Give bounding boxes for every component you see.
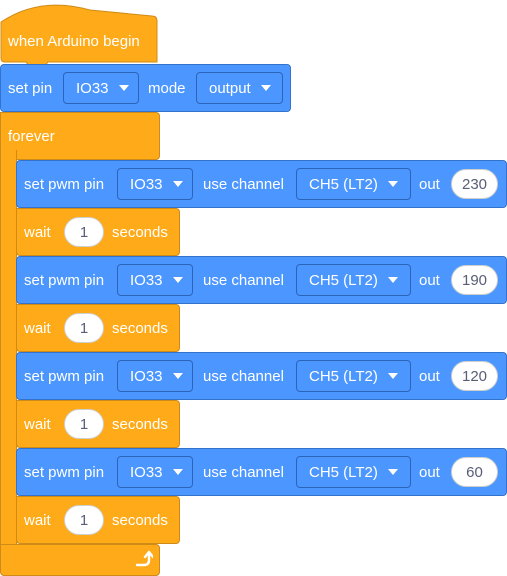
pwm-pin-value: IO33 [130, 463, 163, 481]
pwm-out-value: 60 [466, 463, 483, 481]
use-channel-label: use channel [203, 176, 284, 193]
wait-seconds-value: 1 [79, 223, 89, 241]
pwm-pin-dropdown[interactable]: IO33 [117, 264, 193, 296]
wait-seconds-input[interactable]: 1 [64, 313, 104, 343]
seconds-label: seconds [112, 224, 168, 241]
set-pin-label: set pin [8, 80, 53, 97]
set-pin-mode-value: output [209, 79, 251, 97]
out-label: out [419, 368, 440, 385]
pwm-channel-dropdown[interactable]: CH5 (LT2) [296, 456, 411, 488]
wait-seconds-input[interactable]: 1 [64, 505, 104, 535]
wait-seconds-value: 1 [79, 511, 89, 529]
pwm-out-value: 230 [461, 175, 488, 193]
pwm-pin-dropdown[interactable]: IO33 [117, 456, 193, 488]
pwm-pin-value: IO33 [130, 175, 163, 193]
chevron-down-icon [172, 181, 183, 187]
wait-label: wait [24, 512, 51, 529]
pwm-out-value: 120 [461, 367, 488, 385]
use-channel-label: use channel [203, 272, 284, 289]
chevron-down-icon [387, 373, 398, 379]
set-pwm-pin-label: set pwm pin [24, 464, 105, 481]
set-pin-mode-label: mode [148, 80, 186, 97]
pwm-pin-dropdown[interactable]: IO33 [117, 360, 193, 392]
wait-seconds-input[interactable]: 1 [64, 409, 104, 439]
out-label: out [419, 272, 440, 289]
pwm-channel-value: CH5 (LT2) [309, 367, 378, 385]
chevron-down-icon [387, 469, 398, 475]
wait-label: wait [24, 416, 51, 433]
pwm-channel-value: CH5 (LT2) [309, 463, 378, 481]
seconds-label: seconds [112, 320, 168, 337]
forever-label: forever [8, 128, 55, 145]
set-pwm-pin-label: set pwm pin [24, 176, 105, 193]
hat-label: when Arduino begin [8, 33, 140, 50]
chevron-down-icon [387, 181, 398, 187]
pwm-out-value-input[interactable]: 60 [451, 457, 498, 487]
pwm-out-value-input[interactable]: 230 [451, 169, 498, 199]
pwm-channel-value: CH5 (LT2) [309, 271, 378, 289]
seconds-label: seconds [112, 512, 168, 529]
pwm-out-value-input[interactable]: 120 [451, 361, 498, 391]
chevron-down-icon [172, 277, 183, 283]
wait-seconds-input[interactable]: 1 [64, 217, 104, 247]
wait-label: wait [24, 224, 51, 241]
pwm-pin-value: IO33 [130, 271, 163, 289]
chevron-down-icon [172, 469, 183, 475]
pwm-channel-value: CH5 (LT2) [309, 175, 378, 193]
wait-label: wait [24, 320, 51, 337]
set-pin-pin-dropdown[interactable]: IO33 [63, 72, 139, 104]
chevron-down-icon [118, 85, 129, 91]
seconds-label: seconds [112, 416, 168, 433]
pwm-pin-value: IO33 [130, 367, 163, 385]
set-pwm-pin-label: set pwm pin [24, 272, 105, 289]
pwm-pin-dropdown[interactable]: IO33 [117, 168, 193, 200]
pwm-out-value: 190 [461, 271, 488, 289]
chevron-down-icon [260, 85, 271, 91]
pwm-channel-dropdown[interactable]: CH5 (LT2) [296, 360, 411, 392]
pwm-channel-dropdown[interactable]: CH5 (LT2) [296, 168, 411, 200]
wait-seconds-value: 1 [79, 319, 89, 337]
out-label: out [419, 176, 440, 193]
chevron-down-icon [172, 373, 183, 379]
forever-arm [0, 150, 17, 546]
out-label: out [419, 464, 440, 481]
set-pin-mode-dropdown[interactable]: output [196, 72, 283, 104]
set-pin-pin-value: IO33 [76, 79, 109, 97]
pwm-out-value-input[interactable]: 190 [451, 265, 498, 295]
set-pwm-pin-label: set pwm pin [24, 368, 105, 385]
use-channel-label: use channel [203, 464, 284, 481]
loop-arrow-icon [135, 550, 153, 567]
use-channel-label: use channel [203, 368, 284, 385]
chevron-down-icon [387, 277, 398, 283]
pwm-channel-dropdown[interactable]: CH5 (LT2) [296, 264, 411, 296]
wait-seconds-value: 1 [79, 415, 89, 433]
